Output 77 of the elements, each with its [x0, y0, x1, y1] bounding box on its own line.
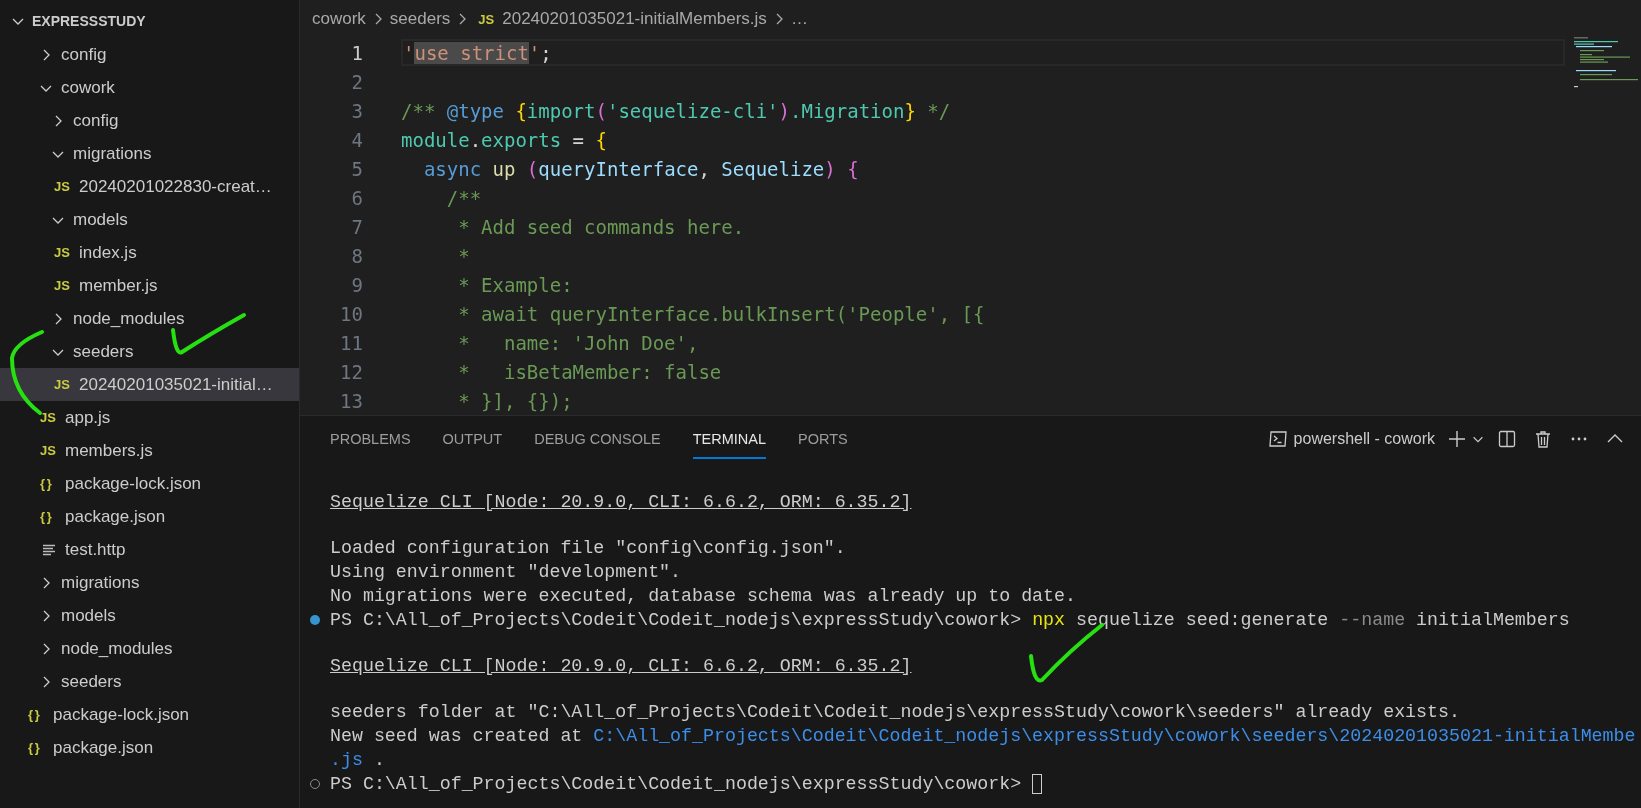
breadcrumb-item[interactable]: seeders — [389, 9, 451, 29]
code-line: * Add seed commands here. — [457, 215, 745, 238]
code-line: * — [457, 244, 470, 267]
line-number: 6 — [350, 186, 363, 209]
code-line: * name: 'John Doe', — [457, 331, 699, 354]
tree-item[interactable]: migrations — [0, 566, 299, 599]
terminal-line: .js . — [330, 750, 385, 770]
tree-item[interactable]: migrations — [0, 137, 299, 170]
code-line: * Example: — [457, 273, 573, 296]
terminal-selector[interactable]: powershell - cowork — [1263, 427, 1439, 451]
tree-item[interactable]: JS members.js — [0, 434, 299, 467]
panel-tab[interactable]: OUTPUT — [442, 419, 503, 459]
workspace-title[interactable]: EXPRESSSTUDY — [32, 13, 146, 29]
command-status-icon[interactable] — [310, 615, 320, 625]
code-line: /** — [445, 186, 482, 209]
tree-item[interactable]: config — [0, 38, 299, 71]
code-line: * }], {}); — [457, 389, 573, 412]
code-line: /** @type {import('sequelize-cli').Migration} */ — [401, 99, 951, 122]
tree-item[interactable]: { } package-lock.json — [0, 698, 299, 731]
panel-tab[interactable]: PROBLEMS — [330, 419, 411, 459]
split-icon[interactable] — [1497, 429, 1517, 449]
tree-item[interactable]: seeders — [0, 665, 299, 698]
tree-item[interactable]: { } package-lock.json — [0, 467, 299, 500]
tree-item[interactable]: cowork — [0, 71, 299, 104]
terminal-line: Sequelize CLI [Node: 20.9.0, CLI: 6.6.2, ORM: 6.35.2] — [330, 492, 912, 512]
tree-item[interactable]: JS app.js — [0, 401, 299, 434]
breadcrumb-item[interactable]: 20240201035021-initialMembers.js — [502, 9, 767, 29]
line-number: 3 — [350, 99, 363, 122]
terminal-line: seeders folder at "C:\All_of_Projects\Codeit\Codeit_nodejs\expressStudy\cowork\seeders" already exists. — [330, 702, 1460, 722]
terminal-icon — [1267, 429, 1288, 449]
line-number: 2 — [350, 70, 363, 93]
panel-tab[interactable]: DEBUG CONSOLE — [534, 419, 661, 459]
js-file-icon: JS — [478, 11, 495, 27]
terminal-line: PS C:\All_of_Projects\Codeit\Codeit_nodejs\expressStudy\cowork> npx sequelize seed:generate --name initialMembers — [330, 610, 1570, 630]
tree-item[interactable]: seeders — [0, 335, 299, 368]
breadcrumb-item[interactable]: cowork — [312, 9, 366, 29]
tree-item[interactable]: { } package.json — [0, 500, 299, 533]
breadcrumb-item[interactable]: … — [790, 9, 808, 29]
file-link[interactable]: .js — [330, 750, 363, 770]
line-number: 8 — [350, 244, 363, 267]
line-number: 1 — [350, 41, 363, 64]
code-line: * await queryInterface.bulkInsert('People', [{ — [457, 302, 985, 325]
tree-item[interactable]: node_modules — [0, 302, 299, 335]
tree-item[interactable]: JS index.js — [0, 236, 299, 269]
tree-item[interactable]: node_modules — [0, 632, 299, 665]
tree-item[interactable]: JS 20240201022830-creat… — [0, 170, 299, 203]
tree-item[interactable]: config — [0, 104, 299, 137]
line-number: 13 — [339, 389, 363, 412]
file-link[interactable]: C:\All_of_Projects\Codeit\Codeit_nodejs\expressStudy\cowork\seeders\20240201035021-initialMembe — [593, 726, 1636, 746]
terminal-line: Loaded configuration file "config\config.json". — [330, 538, 846, 558]
terminal-line: No migrations were executed, database schema was already up to date. — [330, 586, 1076, 606]
line-number: 7 — [350, 215, 363, 238]
line-number: 4 — [350, 128, 363, 151]
line-number: 12 — [339, 360, 363, 383]
terminal-line: New seed was created at C:\All_of_Projects\Codeit\Codeit_nodejs\expressStudy\cowork\seeders\20240201035021-initialMembe — [330, 726, 1636, 746]
panel-tab[interactable]: TERMINAL — [692, 419, 767, 459]
panel-tab[interactable]: PORTS — [798, 419, 848, 459]
tree-item[interactable]: models — [0, 599, 299, 632]
line-number: 11 — [339, 331, 363, 354]
text-file-icon — [42, 543, 56, 556]
terminal-line: PS C:\All_of_Projects\Codeit\Codeit_nodejs\expressStudy\cowork> — [330, 774, 1043, 794]
tree-item[interactable]: test.http — [0, 533, 299, 566]
terminal-line: Using environment "development". — [330, 562, 682, 582]
code-line: async up (queryInterface, Sequelize) { — [422, 157, 859, 180]
line-number: 10 — [339, 302, 363, 325]
minimap-drawing[interactable] — [1574, 37, 1640, 89]
line-number: 5 — [350, 157, 363, 180]
trash-icon[interactable] — [1533, 429, 1553, 449]
tree-item[interactable]: JS 20240201035021-initial… — [0, 368, 299, 401]
tree-item[interactable]: JS member.js — [0, 269, 299, 302]
code-line: * isBetaMember: false — [457, 360, 722, 383]
tree-item[interactable]: { } package.json — [0, 731, 299, 764]
line-number: 9 — [350, 273, 363, 296]
tree-item[interactable]: models — [0, 203, 299, 236]
plus-icon[interactable] — [1447, 429, 1467, 449]
code-line: module.exports = { — [401, 128, 607, 151]
terminal-line: Sequelize CLI [Node: 20.9.0, CLI: 6.6.2, ORM: 6.35.2] — [330, 656, 912, 676]
